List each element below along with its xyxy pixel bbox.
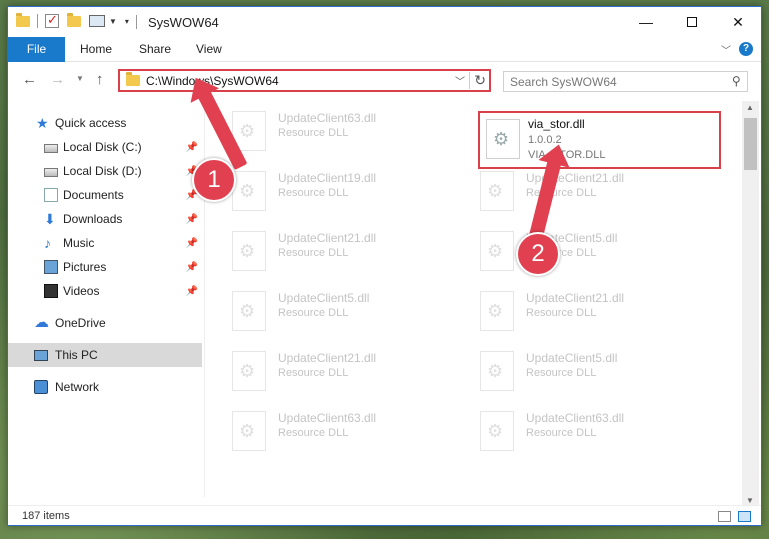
list-item[interactable]: UpdateClient21.dll Resource DLL xyxy=(454,285,694,337)
dll-file-icon xyxy=(480,171,514,211)
sidebar-item-onedrive[interactable]: ☁ OneDrive xyxy=(8,311,202,335)
forward-button[interactable]: → xyxy=(50,71,65,88)
new-folder-icon[interactable] xyxy=(67,12,81,27)
maximize-button[interactable] xyxy=(669,7,715,37)
pin-icon[interactable]: 📌 xyxy=(186,142,198,153)
refresh-icon[interactable]: ↻ xyxy=(469,72,486,89)
disk-icon xyxy=(44,144,58,153)
navigation-bar: ← → ▼ ↑ C:\Windows\SysWOW64 ﹀ ↻ Search S… xyxy=(8,63,761,97)
sidebar-item-videos[interactable]: Videos 📌 xyxy=(8,279,202,303)
search-icon[interactable]: ⚲ xyxy=(732,74,741,88)
tab-share[interactable]: Share xyxy=(139,37,171,62)
view-properties-icon[interactable] xyxy=(89,15,105,27)
dll-file-icon xyxy=(486,119,520,159)
vertical-scrollbar[interactable]: ▲ ▼ xyxy=(742,101,759,507)
network-icon xyxy=(34,380,48,394)
search-placeholder[interactable]: Search SysWOW64 xyxy=(510,75,617,89)
item-count: 187 items xyxy=(22,510,70,522)
properties-check-icon[interactable] xyxy=(45,12,59,28)
sidebar-item-music[interactable]: ♪ Music 📌 xyxy=(8,231,202,255)
annotation-badge-1: 1 xyxy=(192,158,236,202)
dll-file-icon xyxy=(480,291,514,331)
pin-icon[interactable]: 📌 xyxy=(186,214,198,225)
scroll-up-icon[interactable]: ▲ xyxy=(746,103,754,112)
sidebar-item-network[interactable]: Network xyxy=(8,375,202,399)
sidebar-item-local-disk-d[interactable]: Local Disk (D:) 📌 xyxy=(8,159,202,183)
highlighted-file-via-stor[interactable]: via_stor.dll 1.0.0.2 VIA_STOR.DLL xyxy=(478,111,721,169)
pin-icon[interactable]: 📌 xyxy=(186,286,198,297)
annotation-badge-2: 2 xyxy=(516,232,560,276)
dll-file-icon xyxy=(232,171,266,211)
onedrive-icon: ☁ xyxy=(34,314,49,331)
scroll-down-icon[interactable]: ▼ xyxy=(746,496,754,505)
up-button[interactable]: ↑ xyxy=(96,71,104,88)
large-icons-view-icon[interactable] xyxy=(738,511,751,522)
sidebar-item-local-disk-c[interactable]: Local Disk (C:) 📌 xyxy=(8,135,202,159)
chevron-down-icon[interactable]: ▼ xyxy=(109,17,117,26)
sidebar-item-pictures[interactable]: Pictures 📌 xyxy=(8,255,202,279)
ribbon-tabs: File Home Share View ﹀ ? xyxy=(8,37,761,62)
list-item[interactable]: UpdateClient5.dll Resource DLL xyxy=(454,225,694,277)
expand-ribbon-icon[interactable]: ﹀ xyxy=(721,42,731,57)
close-button[interactable]: ✕ xyxy=(715,7,761,37)
tab-home[interactable]: Home xyxy=(80,37,112,62)
pictures-icon xyxy=(44,260,58,274)
tab-view[interactable]: View xyxy=(196,37,222,62)
sidebar-item-documents[interactable]: Documents 📌 xyxy=(8,183,202,207)
details-view-icon[interactable] xyxy=(718,511,731,522)
pin-icon[interactable]: 📌 xyxy=(186,262,198,273)
folder-icon xyxy=(16,12,30,27)
file-explorer-window: ▼ ▾ SysWOW64 — ✕ File Home Share View ﹀ … xyxy=(7,6,762,526)
dll-file-icon xyxy=(480,231,514,271)
list-item[interactable]: via_stor.dll 1.0.0.2 VIA_STOR.DLL xyxy=(480,113,720,165)
list-item[interactable]: UpdateClient63.dll Resource DLL xyxy=(454,405,694,457)
search-input[interactable]: Search SysWOW64 ⚲ xyxy=(503,71,748,92)
videos-icon xyxy=(44,284,58,298)
list-item[interactable]: UpdateClient19.dll Resource DLL xyxy=(206,165,446,217)
dll-file-icon xyxy=(480,351,514,391)
window-title: SysWOW64 xyxy=(148,15,219,30)
list-item[interactable]: UpdateClient21.dll Resource DLL xyxy=(206,345,446,397)
navigation-pane: ★ Quick access Local Disk (C:) 📌 Local D… xyxy=(8,101,204,497)
list-item[interactable]: UpdateClient63.dll Resource DLL xyxy=(206,405,446,457)
title-divider xyxy=(136,15,137,29)
list-item[interactable]: UpdateClient5.dll Resource DLL xyxy=(206,285,446,337)
dll-file-icon xyxy=(232,351,266,391)
address-bar[interactable]: C:\Windows\SysWOW64 ﹀ ↻ xyxy=(118,69,491,92)
folder-icon xyxy=(126,72,140,86)
recent-locations-button[interactable]: ▼ xyxy=(76,74,84,83)
maximize-icon xyxy=(687,17,697,27)
toolbar-divider xyxy=(37,14,38,28)
scrollbar-thumb[interactable] xyxy=(744,118,757,170)
dll-file-icon xyxy=(232,291,266,331)
help-icon[interactable]: ? xyxy=(739,42,753,56)
tab-file[interactable]: File xyxy=(8,37,65,62)
list-item[interactable]: UpdateClient21.dll Resource DLL xyxy=(454,165,694,217)
list-item[interactable]: UpdateClient63.dll Resource DLL xyxy=(206,105,446,157)
sidebar-item-quick-access[interactable]: ★ Quick access xyxy=(8,111,202,135)
disk-icon xyxy=(44,168,58,177)
sidebar-item-downloads[interactable]: ⬇ Downloads 📌 xyxy=(8,207,202,231)
sidebar-item-this-pc[interactable]: This PC xyxy=(8,343,202,367)
status-bar: 187 items xyxy=(8,505,761,525)
pin-icon[interactable]: 📌 xyxy=(186,238,198,249)
downloads-icon: ⬇ xyxy=(44,211,56,227)
chevron-down-icon[interactable]: ﹀ xyxy=(455,73,465,88)
customize-toolbar-icon[interactable]: ▾ xyxy=(125,17,129,26)
quick-access-star-icon: ★ xyxy=(36,115,49,131)
music-icon: ♪ xyxy=(44,235,51,251)
quick-access-toolbar: ▼ ▾ xyxy=(16,12,129,28)
list-item[interactable]: UpdateClient5.dll Resource DLL xyxy=(454,345,694,397)
dll-file-icon xyxy=(232,231,266,271)
dll-file-icon xyxy=(232,411,266,451)
documents-icon xyxy=(44,188,58,202)
minimize-button[interactable]: — xyxy=(623,7,669,37)
title-bar: ▼ ▾ SysWOW64 — ✕ xyxy=(8,7,761,37)
list-item[interactable]: UpdateClient21.dll Resource DLL xyxy=(206,225,446,277)
back-button[interactable]: ← xyxy=(22,71,37,88)
dll-file-icon xyxy=(480,411,514,451)
this-pc-icon xyxy=(34,349,48,361)
